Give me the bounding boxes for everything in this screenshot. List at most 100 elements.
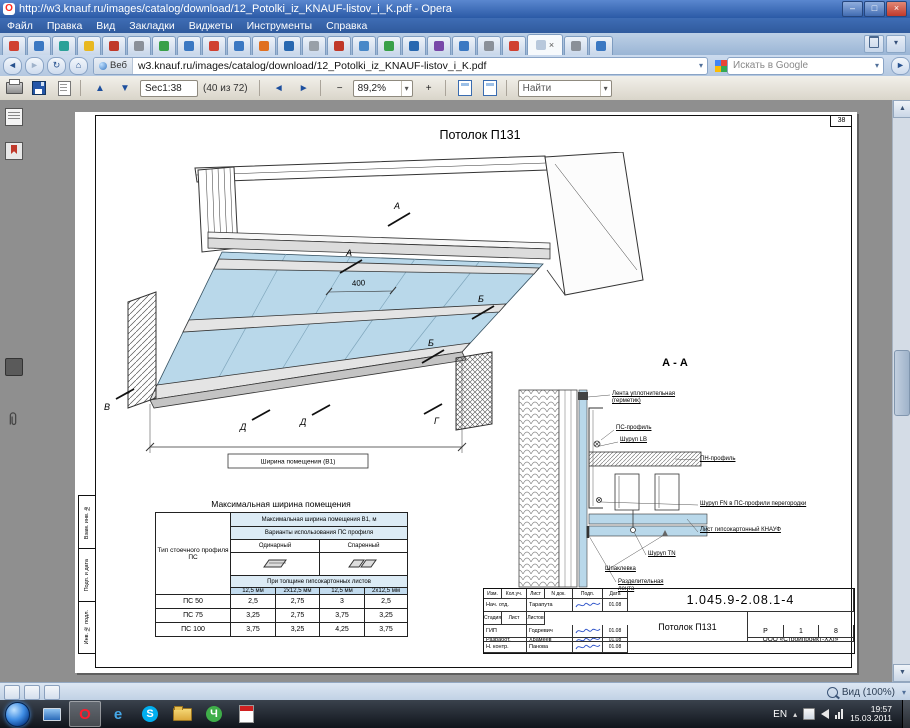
find-input[interactable]: Найти▾ [518, 80, 612, 97]
copy-button[interactable] [53, 79, 75, 97]
zoom-level[interactable]: Вид (100%) [842, 687, 895, 698]
tab[interactable] [302, 36, 326, 55]
next-view-button[interactable]: ► [293, 79, 315, 97]
previous-view-button[interactable]: ◄ [268, 79, 290, 97]
search-field[interactable]: Искать в Google ▾ [727, 57, 884, 75]
zoom-level-select[interactable]: 89,2%▾ [353, 80, 413, 97]
print-button[interactable] [3, 79, 25, 97]
tab-favicon [334, 41, 344, 51]
fit-width-button[interactable] [454, 79, 476, 97]
menu-file[interactable]: Файл [0, 20, 40, 32]
scroll-down-button[interactable]: ▼ [893, 664, 910, 682]
tab-active[interactable]: × [527, 34, 563, 55]
address-field[interactable]: Веб w3.knauf.ru/images/catalog/download/… [93, 57, 708, 75]
search-dropdown-icon[interactable]: ▾ [871, 61, 883, 70]
network-icon[interactable] [835, 709, 844, 719]
tab[interactable] [477, 36, 501, 55]
tab[interactable] [127, 36, 151, 55]
stamp-name: Тарапута [527, 599, 573, 612]
page-number-input[interactable]: Sec1:38 [140, 80, 198, 97]
reload-button[interactable]: ↻ [47, 57, 66, 75]
layers-panel-icon[interactable] [5, 358, 23, 376]
tab-close-icon[interactable]: × [549, 41, 554, 50]
bookmarks-panel-icon[interactable] [5, 142, 23, 160]
taskbar-clock[interactable]: 19:57 15.03.2011 [850, 705, 892, 724]
taskbar-app-folder[interactable] [167, 702, 197, 726]
find-dropdown-icon[interactable]: ▾ [600, 81, 611, 96]
menu-bookmarks[interactable]: Закладки [122, 20, 181, 32]
vertical-scrollbar[interactable]: ▲ ▼ [892, 100, 910, 682]
tab-list-button[interactable]: ▾ [886, 35, 906, 53]
scrollbar-thumb[interactable] [894, 350, 910, 416]
language-indicator[interactable]: EN [773, 709, 787, 720]
pages-panel-icon[interactable] [5, 108, 23, 126]
tab[interactable] [452, 36, 476, 55]
save-button[interactable] [28, 79, 50, 97]
tab[interactable] [27, 36, 51, 55]
close-button[interactable]: × [886, 1, 907, 17]
tab[interactable] [327, 36, 351, 55]
tab-favicon [259, 41, 269, 51]
fit-page-button[interactable] [479, 79, 501, 97]
menu-view[interactable]: Вид [89, 20, 122, 32]
tab[interactable] [102, 36, 126, 55]
separator [259, 80, 260, 96]
attachments-panel-icon[interactable] [5, 412, 21, 428]
zoom-dropdown-icon[interactable]: ▾ [898, 688, 910, 697]
taskbar-app-skype[interactable]: S [135, 702, 165, 726]
tab[interactable] [352, 36, 376, 55]
tab[interactable] [202, 36, 226, 55]
next-page-button[interactable]: ▼ [114, 79, 136, 97]
menu-help[interactable]: Справка [319, 20, 374, 32]
tab[interactable] [2, 36, 26, 55]
minimize-button[interactable]: – [842, 1, 863, 17]
closed-tabs-button[interactable] [864, 35, 884, 53]
taskbar-app-computer[interactable] [37, 702, 67, 726]
tab[interactable] [589, 36, 613, 55]
previous-page-button[interactable]: ▲ [89, 79, 111, 97]
tab[interactable] [252, 36, 276, 55]
go-button[interactable]: ► [891, 57, 910, 75]
zoom-dropdown-icon[interactable]: ▾ [401, 81, 412, 96]
tab[interactable] [52, 36, 76, 55]
address-dropdown-icon[interactable]: ▾ [695, 61, 707, 70]
zoom-in-button[interactable]: + [418, 79, 440, 97]
taskbar-app-app-green[interactable]: Ч [199, 702, 229, 726]
tray-expand-icon[interactable]: ▴ [793, 710, 797, 719]
taskbar-app-pdf-doc[interactable] [231, 702, 261, 726]
url-text[interactable]: w3.knauf.ru/images/catalog/download/12_P… [133, 60, 695, 72]
tab[interactable] [564, 36, 588, 55]
back-button[interactable]: ◄ [3, 57, 22, 75]
taskbar-app-opera[interactable]: O [69, 701, 101, 727]
menu-edit[interactable]: Правка [40, 20, 89, 32]
tab[interactable] [77, 36, 101, 55]
tab[interactable] [227, 36, 251, 55]
forward-button[interactable]: ► [25, 57, 44, 75]
row-name: ПС 50 [156, 595, 231, 609]
tab[interactable] [152, 36, 176, 55]
tab[interactable] [377, 36, 401, 55]
action-center-icon[interactable] [803, 708, 815, 720]
start-button[interactable] [5, 702, 30, 727]
tab[interactable] [402, 36, 426, 55]
show-desktop-button[interactable] [902, 700, 910, 728]
menu-widgets[interactable]: Виджеты [182, 20, 240, 32]
status-tools-button[interactable] [44, 685, 60, 700]
menu-tools[interactable]: Инструменты [240, 20, 319, 32]
volume-icon[interactable] [821, 709, 829, 719]
home-button[interactable]: ⌂ [69, 57, 88, 75]
tab-favicon [59, 41, 69, 51]
label-putty: Шпаклевка [605, 566, 636, 573]
scroll-up-button[interactable]: ▲ [893, 100, 910, 118]
stamp-header: Изм. [484, 589, 502, 599]
panels-button[interactable] [4, 685, 20, 700]
tab[interactable] [427, 36, 451, 55]
images-button[interactable] [24, 685, 40, 700]
tab[interactable] [502, 36, 526, 55]
tab[interactable] [277, 36, 301, 55]
tab[interactable] [177, 36, 201, 55]
maximize-button[interactable]: □ [864, 1, 885, 17]
zoom-out-button[interactable]: − [329, 79, 351, 97]
stamp-header: Кол.уч. [502, 589, 527, 599]
taskbar-app-ie[interactable]: e [103, 702, 133, 726]
